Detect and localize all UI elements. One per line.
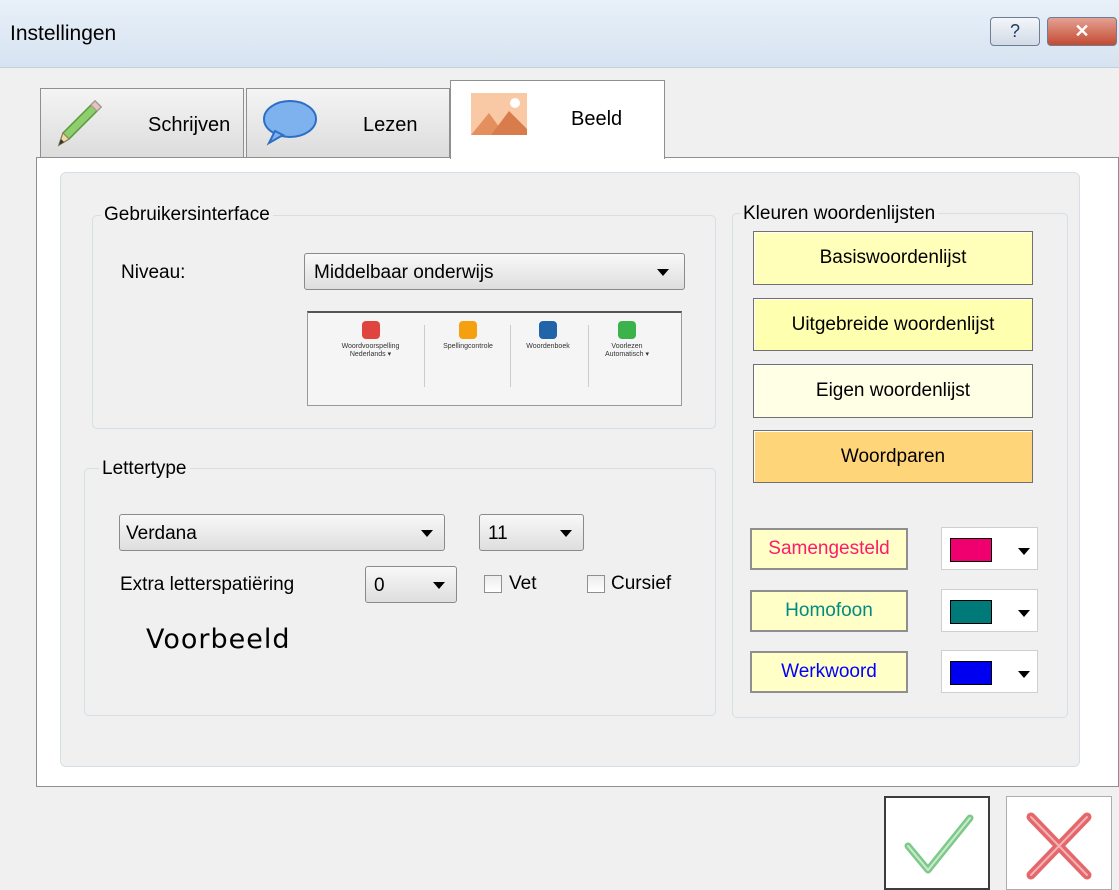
spacing-select[interactable]: 0 [365,566,457,603]
tab-schrijven[interactable]: Schrijven [40,88,244,158]
samengesteld-label: Samengesteld [750,528,908,570]
magic-wand-icon [361,321,380,339]
basiswoordenlijst-button[interactable]: Basiswoordenlijst [753,231,1033,285]
preview-divider [424,325,425,387]
title-bar: Instellingen ? ✕ [0,0,1119,68]
close-window-button[interactable]: ✕ [1047,17,1117,46]
speech-bubble-icon [261,97,319,154]
check-icon [459,321,477,339]
font-size-value: 11 [488,523,508,544]
preview-voorlezen: Voorlezen Automatisch ▾ [590,321,664,358]
bold-label: Vet [509,573,537,594]
chevron-down-icon [1018,610,1030,617]
preview-woordenboek-label: Woordenboek [526,343,570,350]
eigen-woordenlijst-button[interactable]: Eigen woordenlijst [753,364,1033,418]
niveau-select[interactable]: Middelbaar onderwijs [304,253,685,290]
play-icon [618,321,636,339]
tab-beeld[interactable]: Beeld [450,80,665,159]
checkmark-icon [902,810,974,885]
werkwoord-swatch [950,661,992,685]
samengesteld-color-picker[interactable] [941,527,1038,570]
homofoon-swatch [950,600,992,624]
uitgebreide-woordenlijst-button[interactable]: Uitgebreide woordenlijst [753,298,1033,351]
window-title: Instellingen [10,22,117,45]
preview-spellingcontrole-label: Spellingcontrole [443,343,493,350]
italic-checkbox[interactable] [587,575,605,593]
niveau-label: Niveau: [121,262,186,283]
preview-spellingcontrole: Spellingcontrole [426,321,510,350]
book-icon [539,321,557,339]
help-button[interactable]: ? [990,17,1040,46]
preview-woordvoorspelling-label: Woordvoorspelling Nederlands ▾ [341,343,400,358]
italic-label: Cursief [611,573,672,594]
chevron-down-icon [1018,671,1030,678]
tab-beeld-label: Beeld [571,108,623,130]
cancel-button[interactable] [1006,796,1112,890]
homofoon-label: Homofoon [750,590,908,632]
spacing-value: 0 [374,575,385,596]
chevron-down-icon [421,530,433,537]
werkwoord-label: Werkwoord [750,651,908,693]
samengesteld-swatch [950,538,992,562]
ok-button[interactable] [884,796,990,890]
ribbon-preview-image: Woordvoorspelling Nederlands ▾ Spellingc… [307,311,682,406]
chevron-down-icon [657,269,669,276]
font-value: Verdana [126,523,197,544]
kleuren-legend: Kleuren woordenlijsten [740,203,939,225]
werkwoord-color-picker[interactable] [941,650,1038,693]
tab-lezen-label: Lezen [363,114,418,136]
tab-lezen[interactable]: Lezen [246,88,450,158]
chevron-down-icon [433,582,445,589]
x-icon [1023,809,1095,888]
preview-woordenboek: Woordenboek [512,321,584,350]
gebruikersinterface-legend: Gebruikersinterface [101,204,273,226]
font-size-select[interactable]: 11 [479,514,584,551]
chevron-down-icon [1018,548,1030,555]
font-select[interactable]: Verdana [119,514,445,551]
preview-woordvoorspelling: Woordvoorspelling Nederlands ▾ [328,321,413,358]
preview-voorlezen-label: Voorlezen Automatisch ▾ [605,343,649,358]
image-icon [471,93,527,140]
homofoon-color-picker[interactable] [941,589,1038,632]
preview-divider [510,325,511,387]
woordparen-button[interactable]: Woordparen [753,430,1033,483]
preview-divider [588,325,589,387]
niveau-value: Middelbaar onderwijs [314,262,494,283]
chevron-down-icon [560,530,572,537]
font-preview-text: Voorbeeld [146,624,291,655]
spacing-label: Extra letterspatiëring [120,574,295,595]
lettertype-legend: Lettertype [99,458,190,480]
bold-checkbox[interactable] [484,575,502,593]
pencil-icon [53,95,105,156]
tab-schrijven-label: Schrijven [148,114,231,136]
